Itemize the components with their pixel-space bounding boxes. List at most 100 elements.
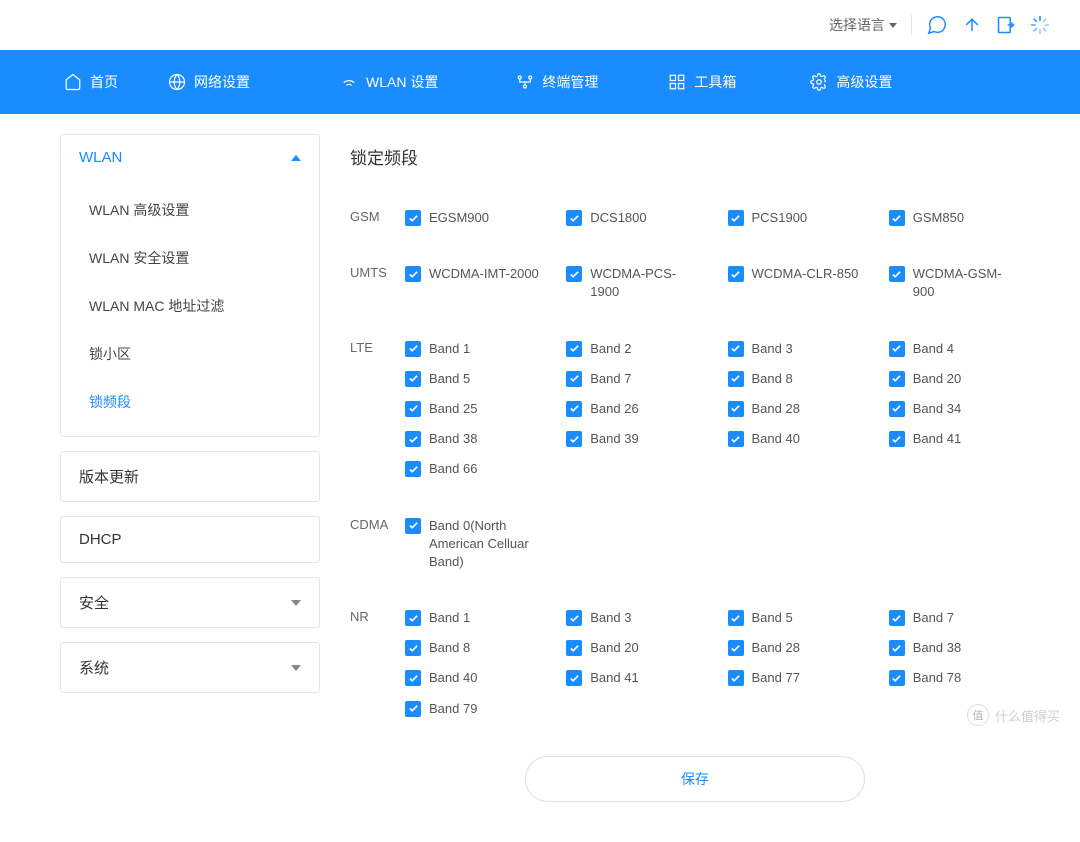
checkbox[interactable] — [889, 610, 905, 626]
logout-icon[interactable] — [996, 15, 1016, 35]
checkbox[interactable] — [566, 610, 582, 626]
checkbox[interactable] — [728, 266, 744, 282]
checkbox[interactable] — [566, 670, 582, 686]
band-label: Band 66 — [429, 460, 477, 478]
sidebar-item-wlan-advanced[interactable]: WLAN 高级设置 — [61, 186, 319, 234]
checkbox[interactable] — [728, 341, 744, 357]
band-item: Band 77 — [728, 669, 879, 687]
band-label: Band 40 — [752, 430, 800, 448]
checkbox[interactable] — [405, 341, 421, 357]
band-item: Band 66 — [405, 460, 556, 478]
band-item: Band 3 — [728, 340, 879, 358]
nav-advanced[interactable]: 高级设置 — [796, 50, 906, 114]
checkbox[interactable] — [405, 518, 421, 534]
checkbox[interactable] — [566, 431, 582, 447]
caret-down-icon — [889, 23, 897, 28]
band-item: Band 20 — [566, 639, 717, 657]
nav-toolbox[interactable]: 工具箱 — [654, 50, 750, 114]
checkbox[interactable] — [566, 266, 582, 282]
nav-network[interactable]: 网络设置 — [154, 50, 264, 114]
home-icon — [64, 73, 82, 91]
checkbox[interactable] — [566, 401, 582, 417]
grid-nr: Band 1Band 3Band 5Band 7Band 8Band 20Ban… — [405, 609, 1040, 718]
band-label: Band 8 — [752, 370, 793, 388]
sidebar-item-wlan-mac[interactable]: WLAN MAC 地址过滤 — [61, 282, 319, 330]
checkbox[interactable] — [728, 401, 744, 417]
sidebar-head-wlan[interactable]: WLAN — [61, 135, 319, 180]
save-button[interactable]: 保存 — [525, 756, 865, 802]
band-item: Band 40 — [405, 669, 556, 687]
checkbox[interactable] — [889, 371, 905, 387]
checkbox[interactable] — [405, 401, 421, 417]
checkbox[interactable] — [728, 610, 744, 626]
sidebar-item-lock-cell[interactable]: 锁小区 — [61, 330, 319, 378]
devices-icon — [516, 73, 534, 91]
wifi-icon — [340, 73, 358, 91]
checkbox[interactable] — [889, 266, 905, 282]
band-item: GSM850 — [889, 209, 1040, 227]
band-item: PCS1900 — [728, 209, 879, 227]
band-item: WCDMA-CLR-850 — [728, 265, 879, 301]
checkbox[interactable] — [405, 701, 421, 717]
checkbox[interactable] — [728, 670, 744, 686]
checkbox[interactable] — [889, 640, 905, 656]
band-label: Band 7 — [590, 370, 631, 388]
sidebar-item-wlan-security[interactable]: WLAN 安全设置 — [61, 234, 319, 282]
checkbox[interactable] — [405, 210, 421, 226]
checkbox[interactable] — [405, 610, 421, 626]
language-selector[interactable]: 选择语言 — [829, 15, 897, 35]
language-label: 选择语言 — [829, 15, 885, 35]
checkbox[interactable] — [566, 371, 582, 387]
band-item: Band 28 — [728, 639, 879, 657]
band-label: Band 25 — [429, 400, 477, 418]
band-label: Band 41 — [590, 669, 638, 687]
sidebar-head-security[interactable]: 安全 — [61, 578, 319, 627]
checkbox[interactable] — [405, 266, 421, 282]
checkbox[interactable] — [566, 341, 582, 357]
checkbox[interactable] — [566, 210, 582, 226]
sidebar-head-dhcp[interactable]: DHCP — [61, 517, 319, 562]
section-nr-label: NR — [350, 609, 405, 624]
band-label: Band 28 — [752, 400, 800, 418]
band-item: Band 1 — [405, 340, 556, 358]
checkbox[interactable] — [889, 210, 905, 226]
checkbox[interactable] — [405, 431, 421, 447]
nav-home[interactable]: 首页 — [50, 50, 132, 114]
main: 锁定频段 GSM EGSM900DCS1800PCS1900GSM850 UMT… — [350, 134, 1040, 802]
band-item: Band 78 — [889, 669, 1040, 687]
band-item: Band 41 — [889, 430, 1040, 448]
sidebar-head-version[interactable]: 版本更新 — [61, 452, 319, 501]
sidebar-group-wlan: WLAN WLAN 高级设置 WLAN 安全设置 WLAN MAC 地址过滤 锁… — [60, 134, 320, 437]
checkbox[interactable] — [405, 371, 421, 387]
checkbox[interactable] — [889, 431, 905, 447]
checkbox[interactable] — [889, 401, 905, 417]
nav-terminal[interactable]: 终端管理 — [502, 50, 612, 114]
band-item: WCDMA-IMT-2000 — [405, 265, 556, 301]
checkbox[interactable] — [405, 461, 421, 477]
checkbox[interactable] — [889, 670, 905, 686]
sidebar-group-system: 系统 — [60, 642, 320, 693]
checkbox[interactable] — [566, 640, 582, 656]
band-label: Band 7 — [913, 609, 954, 627]
checkbox[interactable] — [728, 210, 744, 226]
band-label: WCDMA-PCS-1900 — [590, 265, 700, 301]
chat-icon[interactable] — [926, 14, 948, 36]
band-label: Band 3 — [590, 609, 631, 627]
checkbox[interactable] — [728, 371, 744, 387]
section-umts: UMTS WCDMA-IMT-2000WCDMA-PCS-1900WCDMA-C… — [350, 265, 1040, 301]
sidebar-item-lock-band[interactable]: 锁频段 — [61, 378, 319, 426]
checkbox[interactable] — [405, 640, 421, 656]
upload-icon[interactable] — [962, 15, 982, 35]
checkbox[interactable] — [405, 670, 421, 686]
band-label: Band 40 — [429, 669, 477, 687]
band-item: Band 26 — [566, 400, 717, 418]
nav-wlan[interactable]: WLAN 设置 — [326, 50, 452, 114]
band-item: Band 2 — [566, 340, 717, 358]
checkbox[interactable] — [728, 640, 744, 656]
band-item: Band 34 — [889, 400, 1040, 418]
checkbox[interactable] — [728, 431, 744, 447]
sidebar-head-system[interactable]: 系统 — [61, 643, 319, 692]
band-item: WCDMA-GSM-900 — [889, 265, 1040, 301]
checkbox[interactable] — [889, 341, 905, 357]
section-lte: LTE Band 1Band 2Band 3Band 4Band 5Band 7… — [350, 340, 1040, 479]
